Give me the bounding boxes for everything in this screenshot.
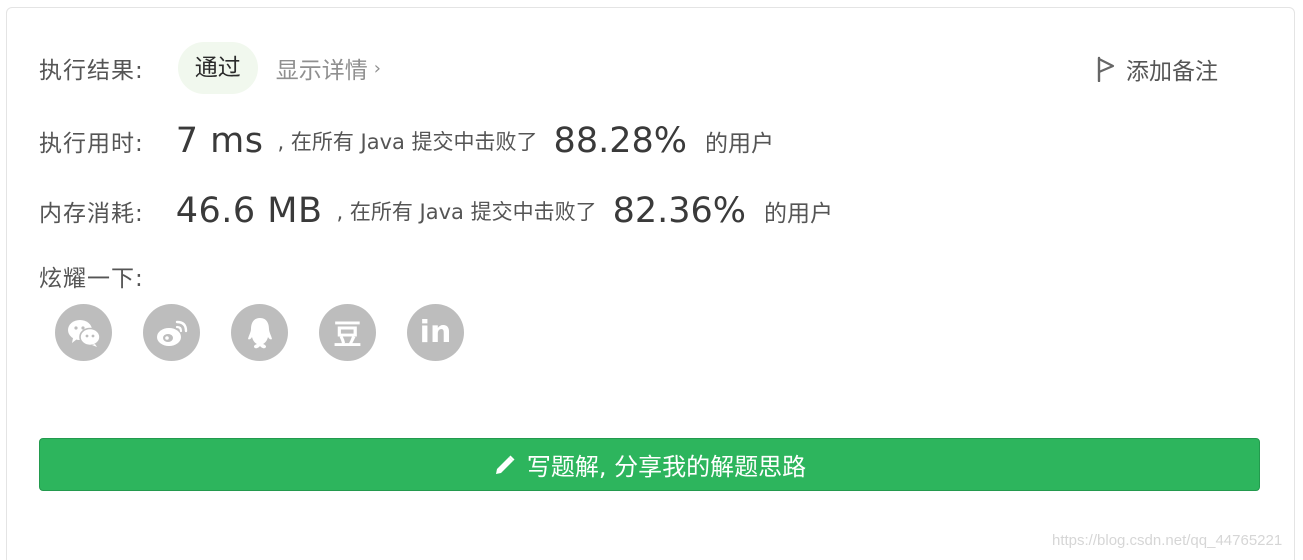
linkedin-icon: in [419,315,452,350]
runtime-percent: 88.28% [553,121,688,161]
write-solution-label: 写题解, 分享我的解题思路 [526,453,807,481]
show-details-link[interactable]: 显示详情 › [276,51,381,85]
share-qq-button[interactable] [231,304,288,361]
runtime-value: 7 ms [175,121,264,161]
runtime-tail: 的用户 [705,131,775,157]
memory-label: 内存消耗: [39,201,144,227]
pencil-icon [495,455,515,474]
wechat-icon [67,319,101,347]
share-wechat-button[interactable] [55,304,112,361]
share-linkedin-button[interactable]: in [407,304,464,361]
add-note-label: 添加备注 [1126,59,1218,85]
flag-icon [1097,56,1115,82]
watermark: https://blog.csdn.net/qq_44765221 [1052,532,1283,549]
share-row: 炫耀一下: [39,258,144,294]
douban-icon: 豆 [333,317,362,351]
share-douban-button[interactable]: 豆 [319,304,376,361]
qq-icon [247,317,272,348]
share-label: 炫耀一下: [39,266,144,292]
write-solution-button[interactable]: 写题解, 分享我的解题思路 [39,438,1260,491]
result-row: 执行结果: 通过 显示详情 › [39,42,381,94]
memory-tail: 的用户 [764,201,834,227]
memory-percent: 82.36% [612,191,747,231]
runtime-label: 执行用时: [39,131,144,157]
result-label: 执行结果: [39,58,144,84]
runtime-row: 执行用时: 7 ms , 在所有 Java 提交中击败了 88.28% 的用户 [39,116,774,166]
add-note-button[interactable]: 添加备注 [1096,52,1218,86]
show-details-label: 显示详情 [275,58,368,84]
memory-value: 46.6 MB [175,191,323,231]
weibo-icon [156,320,187,346]
memory-row: 内存消耗: 46.6 MB , 在所有 Java 提交中击败了 82.36% 的… [39,186,833,236]
runtime-beat-text: , 在所有 Java 提交中击败了 [277,130,538,154]
share-buttons: 豆 in [55,304,495,361]
chevron-right-icon: › [373,57,381,79]
memory-beat-text: , 在所有 Java 提交中击败了 [336,200,597,224]
share-weibo-button[interactable] [143,304,200,361]
status-badge: 通过 [177,42,258,94]
